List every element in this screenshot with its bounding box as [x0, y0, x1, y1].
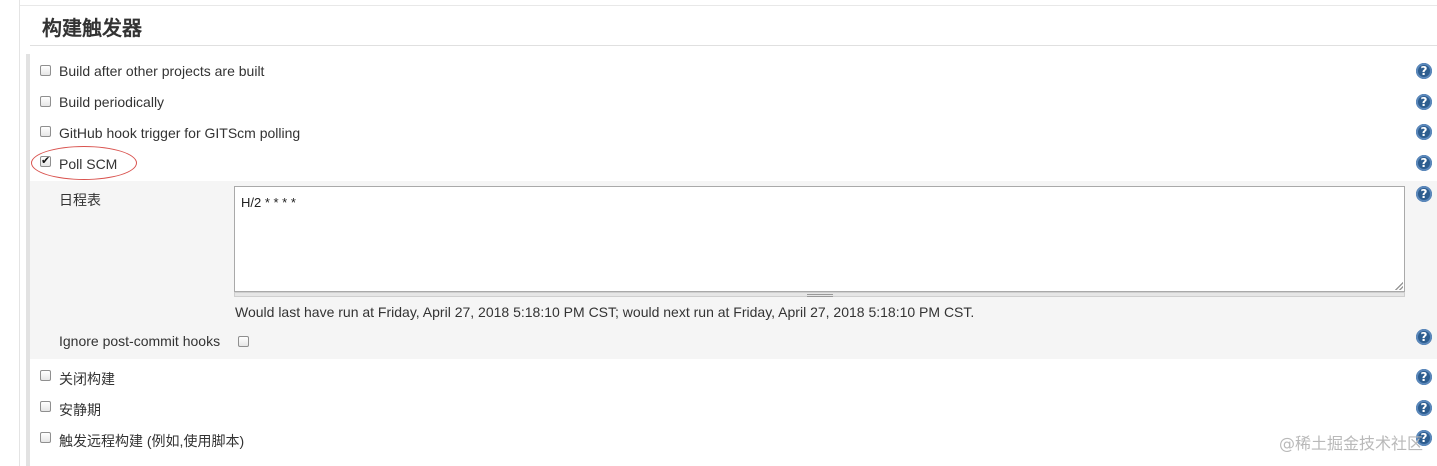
help-icon[interactable]: ?	[1416, 94, 1432, 110]
github-hook-checkbox[interactable]	[40, 126, 51, 137]
help-icon[interactable]: ?	[1416, 124, 1432, 140]
schedule-value: H/2 * * * *	[241, 195, 296, 210]
section-title: 构建触发器	[42, 16, 142, 40]
schedule-label: 日程表	[59, 192, 101, 208]
disable-build-checkbox[interactable]	[40, 370, 51, 381]
disable-build-label[interactable]: 关闭构建	[59, 369, 115, 389]
build-after-other-label[interactable]: Build after other projects are built	[59, 63, 264, 79]
ignore-hooks-row: Ignore post-commit hooks ?	[0, 326, 1437, 356]
help-icon[interactable]: ?	[1416, 63, 1432, 79]
ignore-hooks-checkbox[interactable]	[238, 336, 249, 347]
poll-scm-highlight-circle	[31, 146, 137, 180]
section-title-divider	[30, 45, 1437, 46]
build-after-other-checkbox[interactable]	[40, 65, 51, 76]
schedule-hint: Would last have run at Friday, April 27,…	[235, 304, 975, 320]
trigger-row-disable-build: 关闭构建 ?	[0, 362, 1437, 392]
splitter-handle-icon	[807, 294, 833, 297]
trigger-row-quiet-period: 安静期 ?	[0, 393, 1437, 423]
textarea-resize-grip[interactable]	[1395, 282, 1403, 290]
help-icon[interactable]: ?	[1416, 400, 1432, 416]
help-icon[interactable]: ?	[1416, 369, 1432, 385]
trigger-row-build-after-other: Build after other projects are built ?	[0, 56, 1437, 86]
build-periodically-checkbox[interactable]	[40, 96, 51, 107]
trigger-row-github-hook: GitHub hook trigger for GITScm polling ?	[0, 118, 1437, 148]
help-icon[interactable]: ?	[1416, 186, 1432, 202]
section-top-divider	[20, 5, 1437, 6]
textarea-splitter[interactable]	[234, 292, 1405, 297]
help-icon[interactable]: ?	[1416, 155, 1432, 171]
trigger-row-build-periodically: Build periodically ?	[0, 87, 1437, 117]
quiet-period-checkbox[interactable]	[40, 401, 51, 412]
build-periodically-label[interactable]: Build periodically	[59, 94, 164, 110]
watermark: @稀土掘金技术社区	[1278, 434, 1423, 453]
trigger-row-poll-scm: Poll SCM ?	[0, 149, 1437, 179]
schedule-textarea[interactable]: H/2 * * * *	[234, 186, 1405, 292]
ignore-hooks-label: Ignore post-commit hooks	[59, 333, 221, 349]
quiet-period-label[interactable]: 安静期	[59, 400, 101, 420]
github-hook-label[interactable]: GitHub hook trigger for GITScm polling	[59, 125, 300, 141]
help-icon[interactable]: ?	[1416, 329, 1432, 345]
remote-build-label[interactable]: 触发远程构建 (例如,使用脚本)	[59, 431, 244, 451]
remote-build-checkbox[interactable]	[40, 432, 51, 443]
trigger-row-remote-build: 触发远程构建 (例如,使用脚本) ?	[0, 424, 1437, 454]
